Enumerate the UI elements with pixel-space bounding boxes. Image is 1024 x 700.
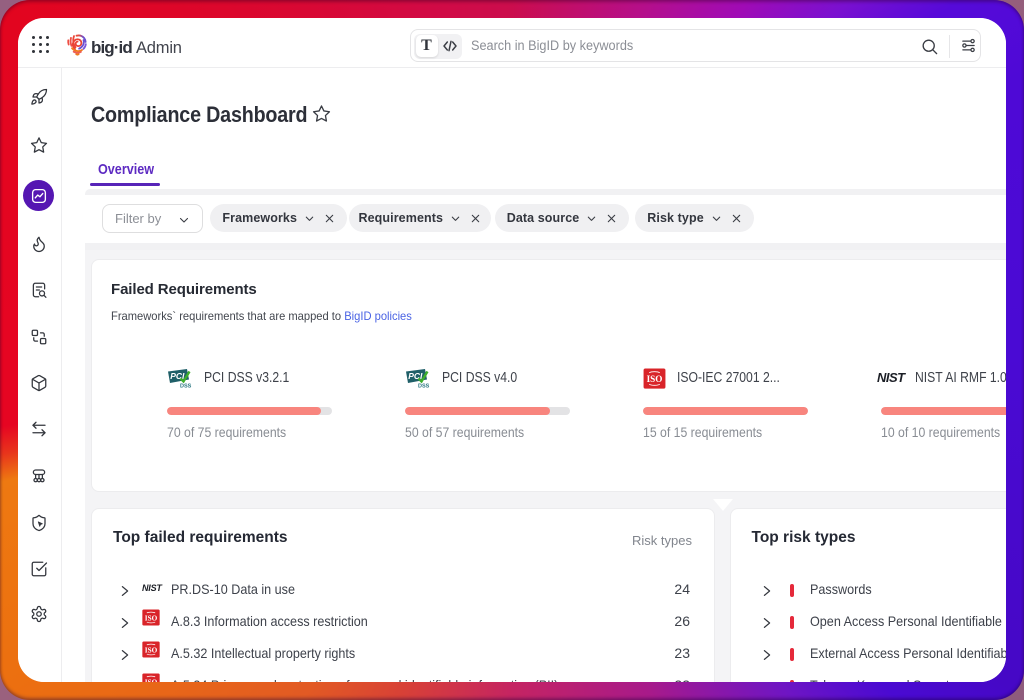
svg-text:ISO: ISO	[647, 374, 663, 384]
svg-text:DSS: DSS	[418, 383, 430, 388]
svg-text:ISO: ISO	[145, 614, 158, 622]
svg-text:ISO: ISO	[145, 646, 158, 654]
svg-text:DSS: DSS	[180, 383, 192, 388]
svg-text:ISO: ISO	[145, 678, 158, 682]
